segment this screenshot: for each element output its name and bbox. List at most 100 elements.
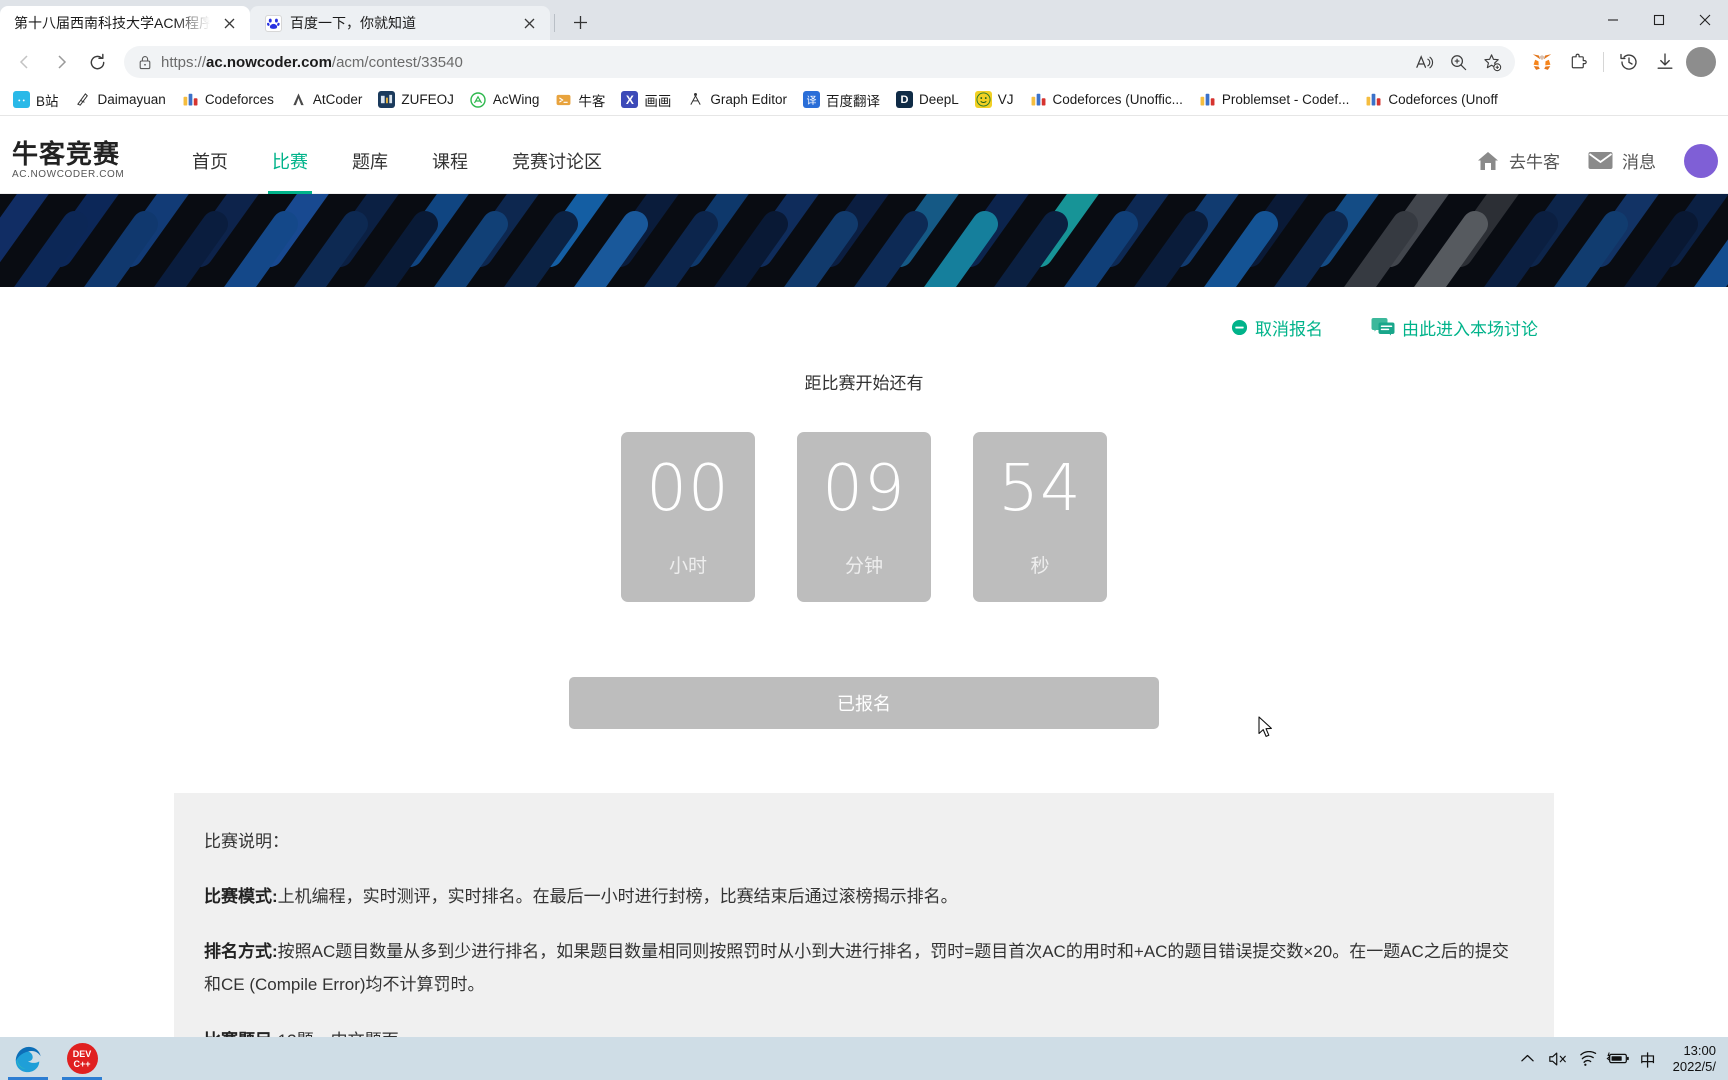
enter-discussion-link[interactable]: 由此进入本场讨论	[1371, 315, 1538, 340]
nav-item-courses[interactable]: 课程	[410, 128, 490, 194]
nav-item-contests[interactable]: 比赛	[250, 128, 330, 194]
site-header-right: 去牛客 消息	[1476, 143, 1728, 178]
bookmark-codeforces-unoff2[interactable]: Codeforces (Unoff	[1358, 88, 1504, 111]
bookmark-deepl[interactable]: D DeepL	[889, 88, 966, 111]
bookmark-bilibili[interactable]: B站	[6, 87, 66, 113]
maximize-button[interactable]	[1636, 0, 1682, 40]
messages-link[interactable]: 消息	[1588, 148, 1656, 173]
close-icon[interactable]	[518, 12, 540, 34]
read-aloud-icon[interactable]	[1409, 47, 1439, 77]
show-hidden-icons[interactable]	[1513, 1037, 1543, 1080]
logo-subtext: AC.NOWCODER.COM	[12, 168, 125, 180]
address-bar[interactable]: https://ac.nowcoder.com/acm/contest/3354…	[124, 46, 1515, 78]
bookmark-label: VJ	[997, 92, 1014, 107]
enter-discussion-label: 由此进入本场讨论	[1402, 319, 1538, 339]
reload-button[interactable]	[80, 45, 114, 79]
address-bar-text: https://ac.nowcoder.com/acm/contest/3354…	[161, 53, 463, 71]
logo-text: 牛客竞赛	[12, 139, 121, 170]
metamask-icon[interactable]	[1525, 45, 1559, 79]
description-paragraph-problems: 比赛题目:13题，中文题面。	[204, 1024, 1524, 1037]
close-window-button[interactable]	[1682, 0, 1728, 40]
nav-item-problems[interactable]: 题库	[330, 128, 410, 194]
profile-icon[interactable]	[1686, 47, 1716, 77]
extensions-strip	[1525, 45, 1720, 79]
nav-item-discussion[interactable]: 竞赛讨论区	[490, 128, 624, 194]
description-text-mode: 上机编程，实时测评，实时排名。在最后一小时进行封榜，比赛结束后通过滚榜揭示排名。	[277, 887, 958, 907]
bookmark-daimayuan[interactable]: Daimayuan	[68, 88, 173, 111]
contest-actions: 取消报名 由此进入本场讨论	[0, 287, 1728, 347]
avatar[interactable]	[1684, 143, 1718, 178]
bookmark-draw[interactable]: X 画画	[614, 87, 678, 113]
codeforces-icon	[1365, 91, 1382, 108]
bookmark-nowcoder[interactable]: 牛客	[548, 87, 612, 113]
countdown-seconds-value: 54	[998, 451, 1082, 526]
bookmark-label: Codeforces (Unoff	[1388, 92, 1498, 107]
codeforces-icon	[1030, 91, 1047, 108]
devcpp-taskbar-icon[interactable]: DEV C++	[56, 1037, 108, 1080]
devcpp-label-top: DEV	[72, 1048, 92, 1059]
signup-button[interactable]: 已报名	[569, 677, 1159, 729]
vjudge-icon	[974, 91, 992, 108]
countdown-minutes-unit: 分钟	[844, 555, 883, 577]
tab-baidu[interactable]: 百度一下，你就知道	[250, 6, 550, 40]
bookmark-zufeoj[interactable]: ZUFEOJ	[371, 88, 461, 111]
new-tab-button[interactable]	[565, 7, 595, 37]
acwing-icon	[470, 91, 487, 108]
forward-button[interactable]	[44, 45, 78, 79]
downloads-icon[interactable]	[1648, 45, 1682, 79]
mouse-cursor	[1258, 716, 1274, 740]
go-to-nowcoder-link[interactable]: 去牛客	[1476, 148, 1560, 173]
nav-item-home[interactable]: 首页	[170, 128, 250, 194]
bookmark-vjudge[interactable]: VJ	[968, 88, 1021, 111]
wifi-icon[interactable]	[1573, 1037, 1603, 1080]
system-tray: 中 13:00 2022/5/	[1513, 1037, 1728, 1080]
tab-nowcoder[interactable]: 第十八届西南科技大学ACM程序	[0, 6, 250, 40]
close-icon[interactable]	[218, 12, 240, 34]
edge-taskbar-icon[interactable]	[2, 1037, 54, 1080]
battery-charging-icon[interactable]	[1603, 1037, 1633, 1080]
lock-icon	[138, 55, 152, 70]
countdown-hours: 00 小时	[621, 432, 755, 602]
back-button[interactable]	[8, 45, 42, 79]
description-heading: 比赛说明：	[204, 832, 289, 851]
bookmark-problemset[interactable]: Problemset - Codef...	[1192, 88, 1357, 111]
cancel-registration-link[interactable]: 取消报名	[1231, 315, 1323, 340]
clock-date: 2022/5/	[1672, 1058, 1716, 1074]
extensions-icon[interactable]	[1561, 45, 1595, 79]
description-label-mode: 比赛模式:	[204, 887, 278, 907]
omnibox-actions	[1409, 47, 1507, 77]
bookmark-baidu-fanyi[interactable]: 译 百度翻译	[796, 87, 887, 113]
bookmark-codeforces[interactable]: Codeforces	[175, 88, 281, 111]
banner-pattern	[0, 194, 1728, 287]
tab-separator	[554, 14, 555, 32]
bookmark-label: AtCoder	[312, 92, 363, 107]
bookmark-label: Codeforces	[204, 92, 274, 107]
history-icon[interactable]	[1612, 45, 1646, 79]
messages-label: 消息	[1622, 153, 1656, 172]
zoom-icon[interactable]	[1443, 47, 1473, 77]
bookmark-atcoder[interactable]: AtCoder	[283, 88, 370, 111]
minus-circle-icon	[1231, 319, 1248, 336]
mail-icon	[1588, 151, 1613, 170]
site-logo[interactable]: 牛客竞赛 AC.NOWCODER.COM	[8, 141, 148, 181]
volume-muted-icon[interactable]	[1543, 1037, 1573, 1080]
site-nav: 首页 比赛 题库 课程 竞赛讨论区	[170, 128, 624, 194]
bookmark-label: Graph Editor	[710, 92, 787, 107]
page-content: 牛客竞赛 AC.NOWCODER.COM 首页 比赛 题库 课程 竞赛讨论区 去…	[0, 128, 1728, 1037]
minimize-button[interactable]	[1590, 0, 1636, 40]
bookmark-label: 画画	[644, 93, 672, 109]
go-to-nowcoder-label: 去牛客	[1509, 153, 1560, 172]
contest-description-card: 比赛说明： 比赛模式:上机编程，实时测评，实时排名。在最后一小时进行封榜，比赛结…	[174, 793, 1554, 1037]
clock-time: 13:00	[1683, 1042, 1716, 1058]
countdown-hours-value: 00	[646, 451, 730, 526]
bookmark-codeforces-unofficial[interactable]: Codeforces (Unoffic...	[1023, 88, 1190, 111]
bookmark-acwing[interactable]: AcWing	[463, 88, 547, 111]
taskbar-clock[interactable]: 13:00 2022/5/	[1663, 1043, 1722, 1075]
countdown-hours-unit: 小时	[668, 555, 707, 577]
bookmark-label: Problemset - Codef...	[1221, 92, 1350, 107]
bookmark-label: AcWing	[492, 92, 540, 107]
bookmark-graph-editor[interactable]: Graph Editor	[680, 88, 794, 111]
ime-chinese-icon[interactable]: 中	[1633, 1037, 1663, 1080]
add-favorite-icon[interactable]	[1477, 47, 1507, 77]
countdown-minutes-value: 09	[822, 451, 906, 526]
